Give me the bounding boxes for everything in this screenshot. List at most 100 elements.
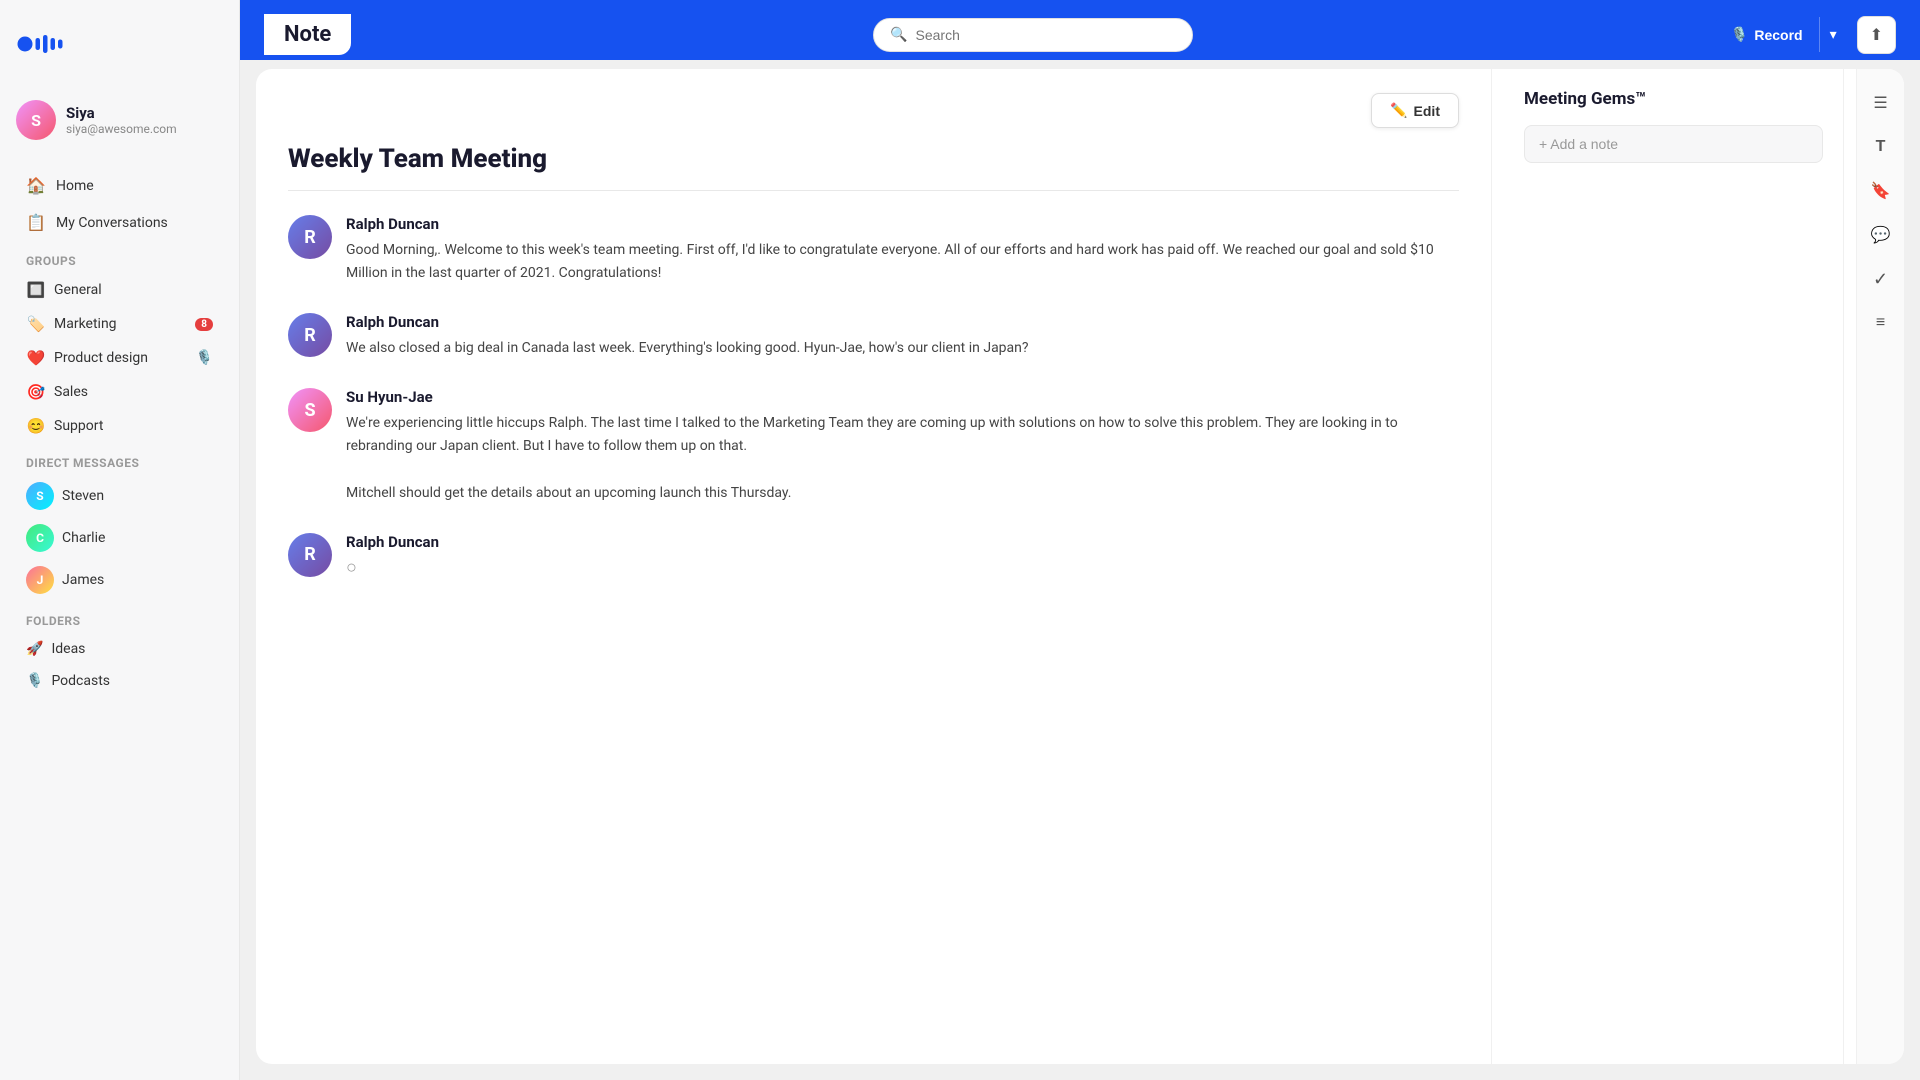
sidebar-dm-steven[interactable]: S Steven (16, 476, 223, 516)
message-text-1: Good Morning,. Welcome to this week's te… (346, 239, 1459, 285)
general-icon: 🔲 (26, 281, 46, 299)
record-dropdown-button[interactable]: ▾ (1819, 17, 1847, 52)
record-button[interactable]: 🎙️ Record (1715, 17, 1819, 52)
dm-section-label: Direct Messages (16, 444, 223, 476)
avatar: S (16, 100, 56, 140)
mic-icon: 🎙️ (196, 350, 213, 366)
message-block-3: S Su Hyun-Jae We're experiencing little … (288, 388, 1459, 504)
podcasts-folder-icon: 🎙️ (26, 673, 43, 689)
upload-button[interactable]: ⬆ (1857, 16, 1896, 54)
avatar-suhyun: S (288, 388, 332, 432)
dm-james-label: James (62, 572, 104, 588)
search-bar[interactable]: 🔍 (873, 18, 1193, 52)
app-logo (16, 28, 76, 60)
transcript-panel: ✏️ Edit Weekly Team Meeting R Ralph Dunc… (256, 69, 1492, 1064)
list-icon: ≡ (1876, 314, 1885, 332)
search-icon: 🔍 (890, 27, 907, 43)
support-icon: 😊 (26, 417, 46, 435)
dm-steven-label: Steven (62, 488, 104, 504)
marketing-badge: 8 (195, 318, 213, 331)
user-profile[interactable]: S Siya siya@awesome.com (16, 92, 223, 148)
avatar-ralph-1: R (288, 215, 332, 259)
home-icon: 🏠 (26, 176, 46, 195)
sidebar-item-conversations[interactable]: 📋 My Conversations (16, 205, 223, 240)
sidebar-dm-charlie[interactable]: C Charlie (16, 518, 223, 558)
sidebar-item-marketing[interactable]: 🏷️ Marketing 8 (16, 308, 223, 340)
check-icon: ✓ (1873, 269, 1888, 290)
folder-ideas-label: Ideas (51, 641, 85, 657)
group-support-label: Support (54, 418, 103, 434)
group-general-label: General (54, 282, 102, 298)
toolbar-lines-button[interactable]: ☰ (1863, 85, 1899, 121)
comment-icon: 💬 (1871, 225, 1891, 245)
content-area: ✏️ Edit Weekly Team Meeting R Ralph Dunc… (256, 69, 1904, 1064)
message-content-1: Ralph Duncan Good Morning,. Welcome to t… (346, 215, 1459, 285)
message-block-4: R Ralph Duncan ○ (288, 533, 1459, 578)
bookmark-icon: 🔖 (1871, 181, 1891, 201)
sidebar-item-home-label: Home (56, 178, 94, 194)
edit-button[interactable]: ✏️ Edit (1371, 93, 1459, 128)
message-content-3: Su Hyun-Jae We're experiencing little hi… (346, 388, 1459, 504)
sidebar-item-sales[interactable]: 🎯 Sales (16, 376, 223, 408)
product-design-icon: ❤️ (26, 349, 46, 367)
sidebar-item-product-design[interactable]: ❤️ Product design 🎙️ (16, 342, 223, 374)
notes-title: Meeting Gems™ (1524, 89, 1823, 109)
toolbar-check-button[interactable]: ✓ (1863, 261, 1899, 297)
avatar-james: J (26, 566, 54, 594)
logo-area (16, 20, 223, 68)
groups-section-label: Groups (16, 242, 223, 274)
page-title: Note (264, 14, 351, 55)
speaker-name-4: Ralph Duncan (346, 533, 1459, 551)
speaker-name-3: Su Hyun-Jae (346, 388, 1459, 406)
right-toolbar: ☰ T 🔖 💬 ✓ ≡ (1856, 69, 1904, 1064)
conversations-icon: 📋 (26, 213, 46, 232)
avatar-ralph-2: R (288, 313, 332, 357)
user-info: Siya siya@awesome.com (66, 104, 177, 136)
message-block-1: R Ralph Duncan Good Morning,. Welcome to… (288, 215, 1459, 285)
typing-indicator: ○ (346, 557, 1459, 578)
message-text-3: We're experiencing little hiccups Ralph.… (346, 412, 1459, 504)
text-icon: T (1876, 138, 1886, 156)
message-content-4: Ralph Duncan ○ (346, 533, 1459, 578)
record-mic-icon: 🎙️ (1731, 26, 1748, 43)
sidebar-folder-ideas[interactable]: 🚀 Ideas (16, 634, 223, 664)
user-email: siya@awesome.com (66, 122, 177, 136)
toolbar-bookmark-button[interactable]: 🔖 (1863, 173, 1899, 209)
pencil-icon: ✏️ (1390, 102, 1407, 119)
dm-charlie-label: Charlie (62, 530, 105, 546)
toolbar-comment-button[interactable]: 💬 (1863, 217, 1899, 253)
avatar-charlie: C (26, 524, 54, 552)
record-label: Record (1754, 27, 1802, 43)
message-text-2: We also closed a big deal in Canada last… (346, 337, 1459, 360)
folder-podcasts-label: Podcasts (51, 673, 110, 689)
message-content-2: Ralph Duncan We also closed a big deal i… (346, 313, 1459, 360)
sidebar-item-conversations-label: My Conversations (56, 215, 168, 231)
group-product-design-label: Product design (54, 350, 148, 366)
main-wrapper: Note 🔍 🎙️ Record ▾ ⬆ (240, 0, 1920, 1080)
user-name: Siya (66, 104, 177, 122)
search-input[interactable] (916, 27, 1177, 43)
group-marketing-label: Marketing (54, 316, 117, 332)
sidebar-item-general[interactable]: 🔲 General (16, 274, 223, 306)
speaker-name-2: Ralph Duncan (346, 313, 1459, 331)
edit-label: Edit (1414, 103, 1440, 119)
message-block-2: R Ralph Duncan We also closed a big deal… (288, 313, 1459, 360)
sidebar-folder-podcasts[interactable]: 🎙️ Podcasts (16, 666, 223, 696)
folders-section-label: Folders (16, 602, 223, 634)
marketing-icon: 🏷️ (26, 315, 46, 333)
edit-btn-wrapper: ✏️ Edit (288, 93, 1459, 128)
sales-icon: 🎯 (26, 383, 46, 401)
sidebar-dm-james[interactable]: J James (16, 560, 223, 600)
chevron-down-icon: ▾ (1830, 26, 1837, 42)
notes-panel: Meeting Gems™ + Add a note (1504, 69, 1844, 1064)
speaker-name-1: Ralph Duncan (346, 215, 1459, 233)
sidebar-item-support[interactable]: 😊 Support (16, 410, 223, 442)
sidebar-item-home[interactable]: 🏠 Home (16, 168, 223, 203)
meeting-title: Weekly Team Meeting (288, 144, 1459, 191)
toolbar-list-button[interactable]: ≡ (1863, 305, 1899, 341)
lines-icon: ☰ (1873, 93, 1887, 113)
toolbar-text-button[interactable]: T (1863, 129, 1899, 165)
add-note-button[interactable]: + Add a note (1524, 125, 1823, 163)
upload-icon: ⬆ (1870, 27, 1883, 44)
group-sales-label: Sales (54, 384, 88, 400)
